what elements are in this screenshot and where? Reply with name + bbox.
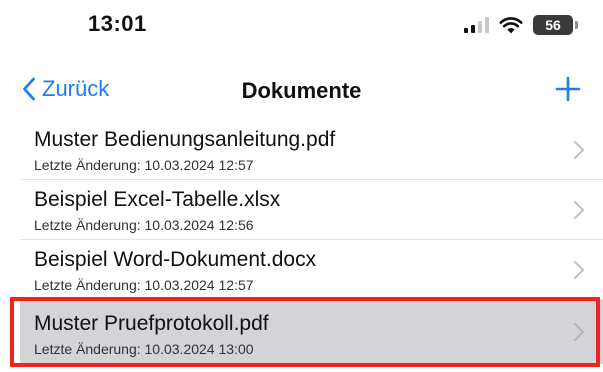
document-name: Muster Pruefprotokoll.pdf	[34, 312, 269, 335]
battery-level: 56	[545, 17, 561, 33]
status-bar: 13:01 56	[0, 0, 603, 50]
chevron-right-icon	[573, 260, 585, 280]
page-title: Dokumente	[241, 78, 362, 103]
list-item[interactable]: Beispiel Excel-Tabelle.xlsx Letzte Änder…	[20, 180, 603, 240]
chevron-right-icon	[573, 140, 585, 160]
list-item[interactable]: Muster Bedienungsanleitung.pdf Letzte Än…	[20, 120, 603, 180]
battery-cap	[575, 21, 578, 29]
document-modified-date: Letzte Änderung: 10.03.2024 12:57	[34, 157, 254, 173]
document-name: Muster Bedienungsanleitung.pdf	[34, 128, 336, 151]
plus-icon[interactable]	[553, 74, 583, 104]
chevron-right-icon	[573, 322, 585, 342]
document-name: Beispiel Word-Dokument.docx	[34, 248, 317, 271]
navigation-bar: Zurück Dokumente	[0, 60, 603, 120]
document-list: Muster Bedienungsanleitung.pdf Letzte Än…	[20, 120, 603, 364]
document-name: Beispiel Excel-Tabelle.xlsx	[34, 188, 281, 211]
battery-icon: 56	[533, 15, 578, 35]
status-icons: 56	[464, 12, 578, 38]
document-modified-date: Letzte Änderung: 10.03.2024 13:00	[34, 341, 254, 357]
list-item-selected[interactable]: Muster Pruefprotokoll.pdf Letzte Änderun…	[20, 300, 603, 364]
document-modified-date: Letzte Änderung: 10.03.2024 12:57	[34, 277, 254, 293]
chevron-right-icon	[573, 200, 585, 220]
status-time: 13:01	[88, 11, 147, 36]
cellular-signal-icon	[464, 17, 489, 33]
list-item[interactable]: Beispiel Word-Dokument.docx Letzte Änder…	[20, 240, 603, 300]
wifi-icon	[499, 17, 523, 34]
document-modified-date: Letzte Änderung: 10.03.2024 12:56	[34, 217, 254, 233]
